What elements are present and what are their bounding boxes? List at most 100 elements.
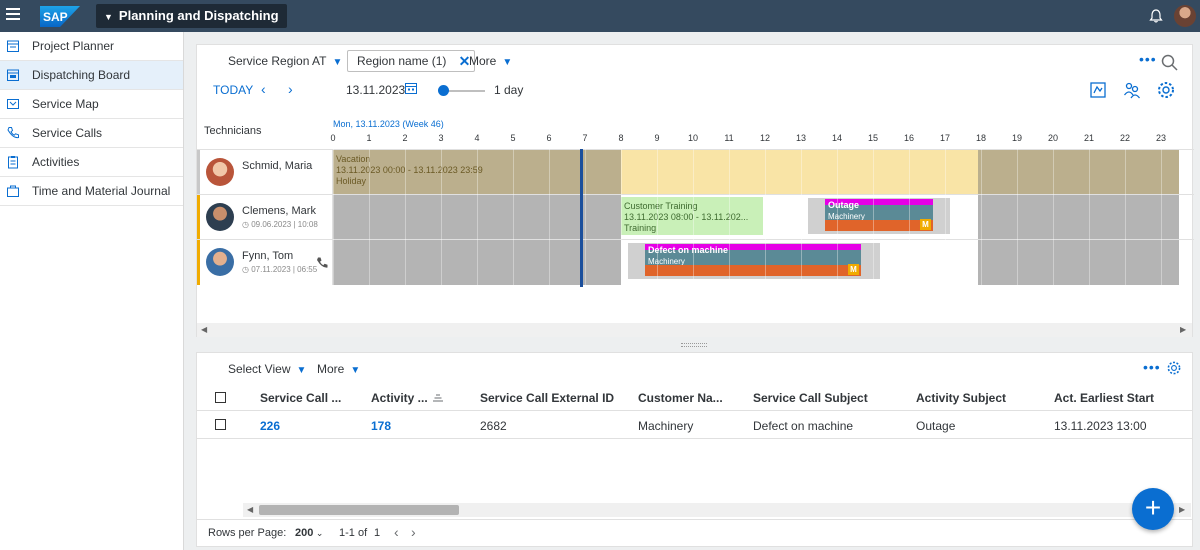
- sap-logo-text: SAP: [43, 10, 68, 24]
- more-filters-button[interactable]: More ▼: [469, 54, 512, 68]
- hour-gridline: [981, 149, 982, 287]
- planner-horizontal-scrollbar[interactable]: ◀ ▶: [197, 323, 1192, 337]
- hour-gridline: [837, 149, 838, 287]
- hour-tick-label: 9: [654, 133, 660, 143]
- offhours-evening: [978, 150, 1179, 195]
- technician-name: Clemens, Mark: [242, 205, 316, 217]
- bell-icon[interactable]: [1148, 8, 1164, 24]
- next-page-icon[interactable]: ›: [411, 524, 416, 540]
- previous-day-icon[interactable]: ‹: [261, 81, 266, 97]
- clipboard-icon: [8, 156, 18, 169]
- add-button[interactable]: +: [1132, 488, 1174, 530]
- technician-info[interactable]: Schmid, Maria: [197, 150, 333, 195]
- select-view-button[interactable]: Select View ▼: [228, 362, 306, 376]
- date-field[interactable]: 13.11.2023: [346, 83, 405, 97]
- column-header-service-call[interactable]: Service Call ...: [260, 391, 341, 405]
- hour-gridline: [873, 149, 874, 287]
- next-day-icon[interactable]: ›: [288, 81, 293, 97]
- menu-icon[interactable]: [6, 8, 20, 22]
- overflow-icon[interactable]: •••: [1139, 51, 1157, 67]
- column-header-customer-name[interactable]: Customer Na...: [638, 391, 723, 405]
- region-filter[interactable]: Service Region AT ▼: [228, 54, 342, 68]
- hour-gridline: [333, 149, 334, 287]
- row-stripe: [197, 150, 200, 195]
- side-navigation: Project Planner Dispatching Board Servic…: [0, 32, 184, 550]
- hour-gridline: [1125, 149, 1126, 287]
- event-title: Defect on machine: [648, 245, 729, 255]
- region-filter-token[interactable]: Region name (1) ✕: [347, 50, 476, 72]
- nav-item-service-calls[interactable]: Service Calls: [0, 119, 183, 148]
- service-call-link[interactable]: 226: [260, 419, 280, 433]
- panel-splitter-handle[interactable]: [681, 343, 707, 347]
- calendar-icon[interactable]: [404, 81, 418, 95]
- hour-tick-label: 17: [939, 133, 951, 143]
- region-filter-label: Service Region AT: [228, 54, 327, 68]
- zoom-slider-handle[interactable]: [438, 85, 449, 96]
- nav-item-project-planner[interactable]: Project Planner: [0, 32, 183, 61]
- hour-tick-label: 5: [510, 133, 516, 143]
- nav-item-time-material-journal[interactable]: Time and Material Journal: [0, 177, 183, 206]
- column-header-external-id[interactable]: Service Call External ID: [480, 391, 614, 405]
- technician-info[interactable]: Fynn, Tom ◷ 07.11.2023 | 06:55: [197, 240, 333, 285]
- today-button[interactable]: TODAY: [213, 83, 253, 97]
- activity-link[interactable]: 178: [371, 419, 391, 433]
- hour-gridline: [369, 149, 370, 287]
- previous-page-icon[interactable]: ‹: [394, 524, 399, 540]
- group-users-icon[interactable]: [1122, 80, 1142, 100]
- more-button[interactable]: More ▼: [317, 362, 360, 376]
- column-header-activity[interactable]: Activity ...: [371, 391, 428, 405]
- scroll-left-icon[interactable]: ◀: [247, 505, 253, 514]
- avatar: [206, 248, 234, 276]
- sap-logo[interactable]: SAP: [40, 6, 80, 27]
- rows-per-page-select[interactable]: 200 ⌄: [295, 527, 323, 539]
- technician-name: Schmid, Maria: [242, 160, 313, 172]
- technician-info[interactable]: Clemens, Mark ◷ 09.06.2023 | 10:08: [197, 195, 333, 240]
- technician-row-schmid: Schmid, Maria Vacation 13.11.2023 00:00 …: [197, 149, 1194, 195]
- hour-tick-label: 4: [474, 133, 480, 143]
- scroll-right-icon[interactable]: ▶: [1179, 505, 1185, 514]
- vacation-event[interactable]: Vacation 13.11.2023 00:00 - 13.11.2023 2…: [333, 154, 593, 187]
- hour-tick-label: 1: [366, 133, 372, 143]
- row-checkbox[interactable]: [215, 419, 226, 430]
- gear-icon[interactable]: [1166, 360, 1182, 376]
- planning-board: Service Region AT ▼ Region name (1) ✕ Mor…: [196, 44, 1194, 337]
- journal-icon: [7, 185, 19, 197]
- nav-item-service-map[interactable]: Service Map: [0, 90, 183, 119]
- phone-icon[interactable]: [315, 256, 329, 270]
- overflow-icon[interactable]: •••: [1143, 359, 1161, 375]
- assistant-icon[interactable]: [1088, 80, 1108, 100]
- earliest-start-cell: 13.11.2023 13:00: [1054, 419, 1147, 433]
- technician-name: Fynn, Tom: [242, 250, 294, 262]
- outage-event[interactable]: Outage Machinery M: [825, 199, 933, 231]
- current-time-indicator: [580, 149, 583, 287]
- select-all-checkbox[interactable]: [215, 392, 226, 403]
- scrollbar-thumb[interactable]: [259, 505, 459, 515]
- header-divider: [197, 410, 1192, 411]
- column-header-earliest-start[interactable]: Act. Earliest Start: [1054, 391, 1154, 405]
- hour-gridline: [477, 149, 478, 287]
- defect-event[interactable]: Defect on machine Machinery M: [645, 244, 861, 276]
- sort-icon[interactable]: [432, 393, 444, 403]
- gear-icon[interactable]: [1156, 80, 1176, 100]
- hour-tick-label: 14: [831, 133, 843, 143]
- column-header-activity-subject[interactable]: Activity Subject: [916, 391, 1006, 405]
- hour-gridline: [1089, 149, 1090, 287]
- plus-icon: +: [1144, 492, 1162, 523]
- nav-item-dispatching-board[interactable]: Dispatching Board: [0, 61, 183, 90]
- hour-gridline: [621, 149, 622, 287]
- nav-item-activities[interactable]: Activities: [0, 148, 183, 177]
- table-horizontal-scrollbar[interactable]: ◀ ▶: [243, 503, 1191, 517]
- hour-gridline: [1053, 149, 1054, 287]
- user-avatar[interactable]: [1174, 5, 1196, 27]
- hour-tick-label: 12: [759, 133, 771, 143]
- hour-gridline: [657, 149, 658, 287]
- hour-gridline: [909, 149, 910, 287]
- search-icon[interactable]: [1160, 53, 1180, 73]
- training-event[interactable]: Customer Training 13.11.2023 08:00 - 13.…: [621, 197, 763, 235]
- scroll-left-icon[interactable]: ◀: [201, 325, 207, 334]
- column-header-service-call-subject[interactable]: Service Call Subject: [753, 391, 868, 405]
- scroll-right-icon[interactable]: ▶: [1180, 325, 1186, 334]
- subject-cell: Defect on machine: [753, 419, 854, 433]
- hour-gridline: [693, 149, 694, 287]
- app-title-menu[interactable]: ▼ Planning and Dispatching: [96, 4, 287, 28]
